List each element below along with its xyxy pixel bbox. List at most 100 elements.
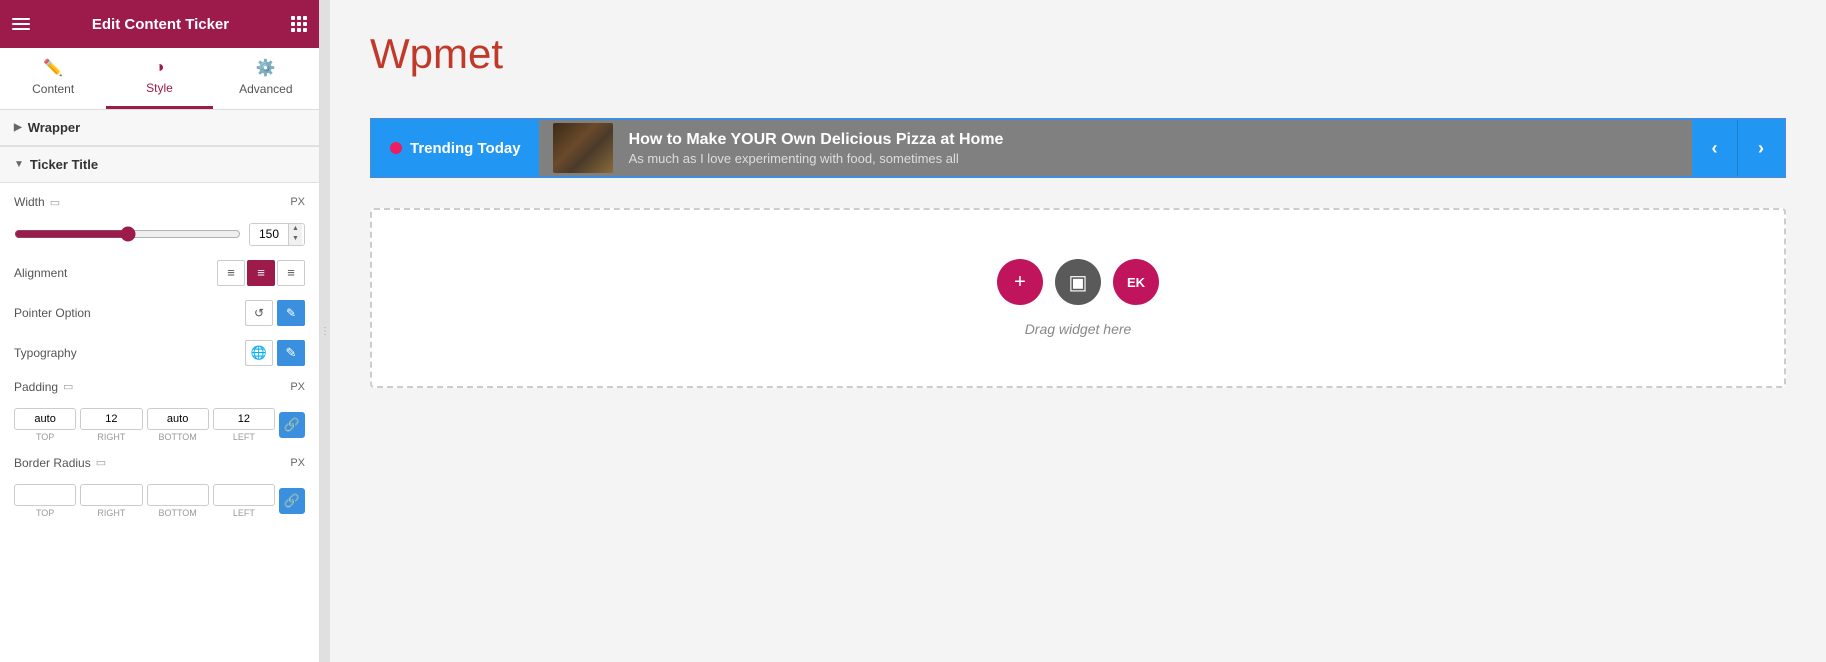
ticker-text-block: How to Make YOUR Own Delicious Pizza at … [629,131,1004,166]
padding-unit[interactable]: PX [290,381,305,393]
alignment-label: Alignment [14,266,67,280]
drop-zone: + ▣ EK Drag widget here [370,208,1786,388]
advanced-tab-icon: ⚙️ [256,58,276,78]
tab-style[interactable]: ◑ Style [106,48,212,109]
border-radius-responsive-icon: ▭ [96,456,106,469]
ticker-title-body: Width ▭ PX ▲ ▼ Alignment [0,183,319,530]
pointer-option-buttons: ↺ ✎ [245,300,305,326]
width-spin-up[interactable]: ▲ [289,224,302,234]
tab-content[interactable]: ✏️ Content [0,48,106,109]
resize-handle[interactable]: ⋮ [320,0,330,662]
width-value-input[interactable] [250,224,288,244]
grid-icon[interactable] [291,16,307,32]
ticker-nav: ‹ › [1692,120,1784,176]
border-radius-left-label: LEFT [233,508,255,518]
ticker-image-inner [553,123,613,173]
sidebar-header: Edit Content Ticker [0,0,319,48]
wrapper-label: Wrapper [28,120,81,135]
align-left-btn[interactable]: ≡ [217,260,245,286]
tab-style-label: Style [146,81,173,95]
sidebar-title: Edit Content Ticker [92,16,229,33]
width-label-group: Width ▭ [14,195,60,209]
padding-bottom-label: BOTTOM [158,432,196,442]
padding-label-group: Padding ▭ [14,380,73,394]
border-radius-inputs-row: TOP RIGHT BOTTOM LEFT 🔗 [14,484,305,518]
alignment-buttons: ≡ ≡ ≡ [217,260,305,286]
main-content: Wpmet Trending Today How to Make YOUR Ow… [330,0,1826,662]
ticker-title-chevron: ▼ [14,159,24,170]
ticker-next-btn[interactable]: › [1738,120,1784,176]
align-center-btn[interactable]: ≡ [247,260,275,286]
width-number-input: ▲ ▼ [249,223,305,246]
ticker-label: Trending Today [372,120,539,176]
width-row: Width ▭ PX [14,195,305,209]
width-label: Width [14,195,45,209]
border-radius-top-label: TOP [36,508,54,518]
typography-global-btn[interactable]: 🌐 [245,340,273,366]
pointer-option-label: Pointer Option [14,306,91,320]
ticker-content: How to Make YOUR Own Delicious Pizza at … [539,120,1692,176]
border-radius-bottom-input[interactable] [147,484,209,506]
ticker-headline: How to Make YOUR Own Delicious Pizza at … [629,131,1004,149]
add-widget-btn[interactable]: + [997,259,1043,305]
tab-advanced-label: Advanced [239,82,292,96]
padding-top-cell: TOP [14,408,76,442]
border-radius-right-input[interactable] [80,484,142,506]
border-radius-right-label: RIGHT [97,508,125,518]
sidebar-tabs: ✏️ Content ◑ Style ⚙️ Advanced [0,48,319,110]
width-spin-down[interactable]: ▼ [289,234,302,244]
pointer-reset-btn[interactable]: ↺ [245,300,273,326]
wrapper-section-header[interactable]: ▶ Wrapper [0,110,319,146]
padding-top-label: TOP [36,432,54,442]
border-radius-link-icon[interactable]: 🔗 [279,488,305,514]
wrapper-chevron: ▶ [14,122,22,133]
padding-right-cell: RIGHT [80,408,142,442]
folder-btn[interactable]: ▣ [1055,259,1101,305]
padding-left-cell: LEFT [213,408,275,442]
padding-left-input[interactable] [213,408,275,430]
typography-edit-btn[interactable]: ✎ [277,340,305,366]
tab-advanced[interactable]: ⚙️ Advanced [213,48,319,109]
padding-right-input[interactable] [80,408,142,430]
ticker-widget: Trending Today How to Make YOUR Own Deli… [370,118,1786,178]
width-slider[interactable] [14,226,241,242]
width-unit[interactable]: PX [290,196,305,208]
width-spin: ▲ ▼ [288,224,302,245]
padding-link-icon[interactable]: 🔗 [279,412,305,438]
padding-bottom-cell: BOTTOM [147,408,209,442]
border-radius-label-row: Border Radius ▭ PX [14,456,305,470]
width-slider-row: ▲ ▼ [14,223,305,246]
width-responsive-icon: ▭ [50,196,60,209]
border-radius-left-input[interactable] [213,484,275,506]
padding-top-input[interactable] [14,408,76,430]
ticker-title-label: Ticker Title [30,157,98,172]
alignment-row: Alignment ≡ ≡ ≡ [14,260,305,286]
ek-btn[interactable]: EK [1113,259,1159,305]
pointer-edit-btn[interactable]: ✎ [277,300,305,326]
menu-icon[interactable] [12,18,30,30]
ticker-title-section-header[interactable]: ▼ Ticker Title [0,146,319,183]
border-radius-top-cell: TOP [14,484,76,518]
border-radius-unit[interactable]: PX [290,457,305,469]
padding-left-label: LEFT [233,432,255,442]
ticker-label-text: Trending Today [410,140,521,157]
padding-bottom-input[interactable] [147,408,209,430]
sidebar: Edit Content Ticker ✏️ Content ◑ Style ⚙… [0,0,320,662]
border-radius-bottom-cell: BOTTOM [147,484,209,518]
ticker-image [553,123,613,173]
border-radius-top-input[interactable] [14,484,76,506]
ticker-prev-btn[interactable]: ‹ [1692,120,1738,176]
padding-responsive-icon: ▭ [63,380,73,393]
content-tab-icon: ✏️ [43,58,63,78]
ticker-dot [390,142,402,154]
border-radius-label-group: Border Radius ▭ [14,456,106,470]
align-right-btn[interactable]: ≡ [277,260,305,286]
drop-zone-text: Drag widget here [1025,321,1132,337]
border-radius-label: Border Radius [14,456,91,470]
page-title: Wpmet [370,30,1786,78]
padding-inputs-row: TOP RIGHT BOTTOM LEFT 🔗 [14,408,305,442]
border-radius-left-cell: LEFT [213,484,275,518]
pointer-option-row: Pointer Option ↺ ✎ [14,300,305,326]
drop-zone-actions: + ▣ EK [997,259,1159,305]
tab-content-label: Content [32,82,74,96]
